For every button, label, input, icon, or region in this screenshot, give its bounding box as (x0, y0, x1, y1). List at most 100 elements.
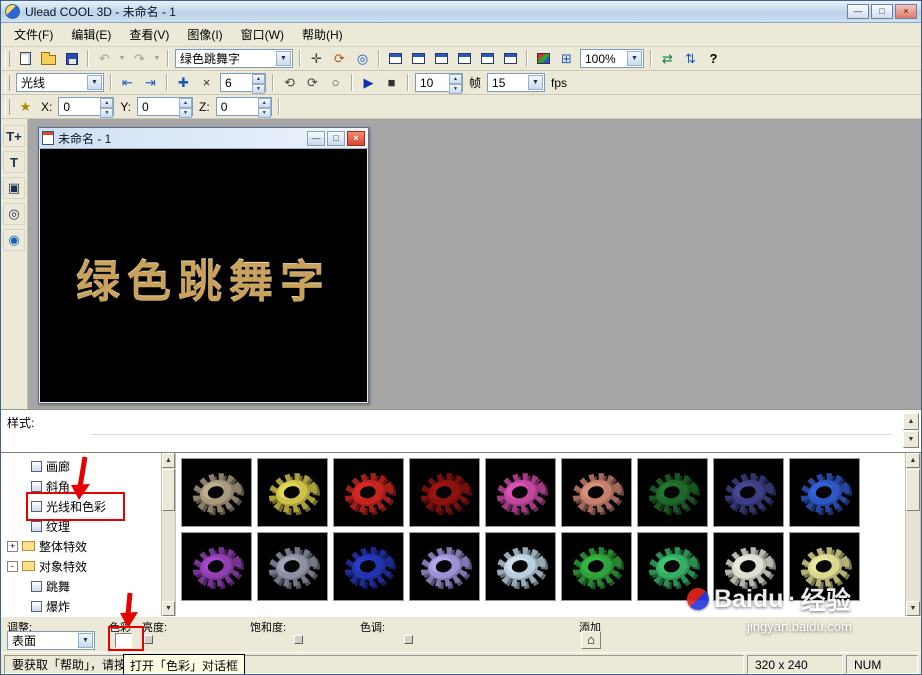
gallery-gear-tile[interactable] (561, 532, 632, 601)
color-swatch-button[interactable] (115, 633, 132, 648)
gallery-gear-tile[interactable] (181, 532, 252, 601)
document-minimize-button[interactable]: — (307, 130, 325, 146)
gallery-gear-tile[interactable] (637, 458, 708, 527)
menu-file[interactable]: 文件(F) (5, 22, 62, 47)
gallery-gear-tile[interactable] (485, 532, 556, 601)
goto-end-button[interactable]: ⇥ (140, 73, 161, 93)
new-document-button[interactable] (15, 49, 36, 69)
insert-text-button[interactable]: T+ (3, 125, 25, 147)
pan-tool-button[interactable]: ✛ (306, 49, 327, 69)
maximize-button[interactable]: □ (871, 4, 893, 19)
scrollbar-thumb[interactable] (906, 469, 920, 511)
export-button[interactable]: ⇄ (657, 49, 678, 69)
gallery-gear-tile[interactable] (257, 458, 328, 527)
tree-item[interactable]: 爆炸 (1, 596, 161, 616)
spinner-arrows-icon[interactable]: ▲ ▼ (252, 74, 265, 94)
transform-mode-button[interactable]: ★ (15, 97, 36, 117)
delete-keyframe-button[interactable]: × (196, 73, 217, 93)
tree-item[interactable]: 画廊 (1, 456, 161, 476)
gallery-gear-tile[interactable] (485, 458, 556, 527)
zoom-object-button[interactable]: ◎ (3, 203, 25, 225)
web-button[interactable]: ◉ (3, 229, 25, 251)
frames-spinner[interactable]: 10 ▲ ▼ (415, 73, 463, 94)
gallery-gear-tile[interactable] (333, 458, 404, 527)
spinner-arrows-icon[interactable]: ▲ ▼ (100, 98, 114, 118)
undo-dropdown-icon[interactable]: ▼ (117, 49, 127, 69)
window-layout-5-button[interactable] (477, 49, 498, 69)
title-bar[interactable]: Ulead COOL 3D - 未命名 - 1 — □ × (1, 1, 921, 23)
dropdown-arrow-icon[interactable]: ▼ (78, 633, 93, 648)
menu-image[interactable]: 图像(I) (178, 22, 231, 47)
x-spinner[interactable]: 0 ▲ ▼ (58, 97, 115, 118)
undo-button[interactable]: ↶ (94, 49, 115, 69)
gallery-gear-tile[interactable] (713, 458, 784, 527)
menu-edit[interactable]: 编辑(E) (62, 22, 120, 47)
close-button[interactable]: × (895, 4, 917, 19)
save-button[interactable] (61, 49, 82, 69)
dropdown-arrow-icon[interactable]: ▼ (87, 75, 102, 90)
goto-start-button[interactable]: ⇤ (117, 73, 138, 93)
scroll-up-icon[interactable]: ▲ (906, 453, 920, 468)
grid-toggle-button[interactable]: ⊞ (556, 49, 577, 69)
camera-tool-button[interactable]: ◎ (352, 49, 373, 69)
rotate-ccw-button[interactable]: ⟲ (279, 73, 300, 93)
document-window[interactable]: 未命名 - 1 — □ × 绿色跳舞字 (38, 127, 369, 404)
tree-expander-icon[interactable]: - (7, 560, 18, 572)
gallery-gear-tile[interactable] (789, 458, 860, 527)
style-list-combo[interactable]: 绿色跳舞字 ▼ (175, 49, 293, 68)
redo-button[interactable]: ↷ (129, 49, 150, 69)
tree-item[interactable]: 纹理 (1, 516, 161, 536)
frame-rate-combo[interactable]: 15 ▼ (487, 73, 546, 92)
dropdown-arrow-icon[interactable]: ▼ (528, 75, 544, 90)
slider-thumb[interactable] (404, 635, 413, 644)
tree-item[interactable]: 斜角 (1, 476, 161, 496)
tree-scrollbar[interactable]: ▲ ▼ (161, 453, 176, 616)
scroll-down-icon[interactable]: ▼ (903, 431, 919, 448)
render-mode-button[interactable] (533, 49, 554, 69)
rotate-tool-button[interactable]: ⟳ (329, 49, 350, 69)
window-layout-2-button[interactable] (408, 49, 429, 69)
dropdown-arrow-icon[interactable]: ▼ (627, 51, 642, 66)
z-spinner[interactable]: 0 ▲ ▼ (215, 97, 272, 118)
scroll-up-icon[interactable]: ▲ (162, 453, 175, 468)
window-layout-6-button[interactable] (500, 49, 521, 69)
gallery-gear-tile[interactable] (409, 532, 480, 601)
tree-expander-icon[interactable]: + (7, 540, 18, 552)
slider-thumb[interactable] (294, 635, 303, 644)
dropdown-arrow-icon[interactable]: ▼ (276, 51, 291, 66)
loop-button[interactable]: ○ (325, 73, 346, 93)
attribute-combo[interactable]: 光线 ▼ (16, 73, 104, 92)
gallery-gear-tile[interactable] (181, 458, 252, 527)
scroll-down-icon[interactable]: ▼ (162, 601, 175, 616)
spinner-arrows-icon[interactable]: ▲ ▼ (179, 98, 193, 118)
menu-view[interactable]: 查看(V) (120, 22, 178, 47)
y-spinner[interactable]: 0 ▲ ▼ (137, 97, 194, 118)
gallery-gear-tile[interactable] (409, 458, 480, 527)
tree-item[interactable]: + 整体特效 (1, 536, 161, 556)
play-button[interactable]: ▶ (358, 73, 379, 93)
gallery-gear-tile[interactable] (257, 532, 328, 601)
stop-button[interactable]: ■ (381, 73, 402, 93)
edit-text-button[interactable]: T (3, 151, 25, 173)
document-close-button[interactable]: × (347, 130, 365, 146)
context-help-button[interactable]: ? (703, 49, 724, 69)
tree-item[interactable]: 跳舞 (1, 576, 161, 596)
render-canvas[interactable]: 绿色跳舞字 (40, 149, 367, 402)
scroll-up-icon[interactable]: ▲ (903, 413, 919, 430)
zoom-combo[interactable]: 100% ▼ (580, 49, 644, 68)
bevel-spinner[interactable]: 6 ▲ ▼ (220, 73, 266, 94)
document-maximize-button[interactable]: □ (327, 130, 345, 146)
redo-dropdown-icon[interactable]: ▼ (152, 49, 162, 69)
window-layout-3-button[interactable] (431, 49, 452, 69)
add-home-button[interactable]: ⌂ (581, 631, 601, 649)
surface-combo[interactable]: 表面 ▼ (7, 631, 95, 650)
window-layout-1-button[interactable] (385, 49, 406, 69)
spinner-arrows-icon[interactable]: ▲ ▼ (449, 74, 462, 94)
document-title-bar[interactable]: 未命名 - 1 — □ × (39, 128, 368, 149)
open-button[interactable] (38, 49, 59, 69)
spinner-arrows-icon[interactable]: ▲ ▼ (257, 98, 271, 118)
add-keyframe-button[interactable]: ✚ (173, 73, 194, 93)
menu-window[interactable]: 窗口(W) (232, 22, 293, 47)
tree-item[interactable]: - 对象特效 (1, 556, 161, 576)
minimize-button[interactable]: — (847, 4, 869, 19)
